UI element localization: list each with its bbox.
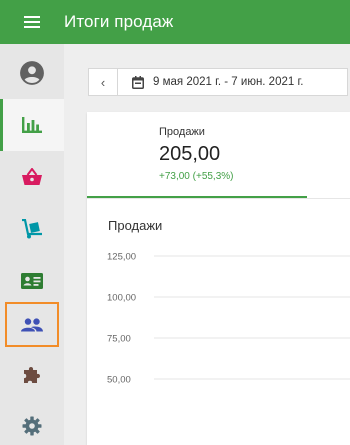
- top-app-bar: Итоги продаж: [0, 0, 350, 44]
- sidebar-item-analytics[interactable]: [0, 99, 64, 151]
- summary-value: 205,00: [159, 143, 221, 165]
- report-card: Продажи 205,00 +73,00 (+55,3%) Продажи 1…: [87, 112, 350, 445]
- date-range-bar: ‹ 9 мая 2021 г. - 7 июн. 2021 г.: [88, 68, 348, 96]
- calendar-icon: [132, 75, 144, 89]
- hamburger-menu-button[interactable]: [0, 0, 64, 44]
- y-tick-label: 125,00: [107, 252, 136, 263]
- summary-tile-sales[interactable]: Продажи 205,00 +73,00 (+55,3%): [87, 112, 307, 198]
- people-icon: [21, 317, 43, 331]
- hamburger-icon: [24, 16, 40, 28]
- card-divider: [87, 198, 350, 199]
- sidebar-item-shipping[interactable]: [0, 203, 64, 255]
- id-card-icon: [21, 273, 43, 289]
- date-range-picker[interactable]: 9 мая 2021 г. - 7 июн. 2021 г.: [118, 68, 348, 96]
- summary-delta: +73,00 (+55,3%): [159, 171, 234, 182]
- sidebar-item-customers-card[interactable]: [0, 255, 64, 307]
- y-tick-label: 75,00: [107, 334, 131, 345]
- puzzle-icon: [24, 367, 40, 383]
- chevron-left-icon: ‹: [100, 74, 106, 90]
- hand-truck-icon: [22, 219, 42, 239]
- sidebar: [0, 44, 64, 445]
- sidebar-item-account[interactable]: [0, 47, 64, 99]
- sidebar-item-orders[interactable]: [0, 151, 64, 203]
- bar-chart-icon: [22, 117, 42, 133]
- sidebar-item-plugins[interactable]: [0, 349, 64, 401]
- summary-label: Продажи: [159, 126, 205, 138]
- gear-icon: [22, 416, 42, 436]
- y-tick-label: 50,00: [107, 375, 131, 386]
- chart-title: Продажи: [108, 218, 163, 233]
- page-title: Итоги продаж: [64, 12, 174, 31]
- y-tick-label: 100,00: [107, 293, 136, 304]
- sidebar-item-customers[interactable]: [5, 302, 59, 347]
- sidebar-item-settings[interactable]: [0, 400, 64, 445]
- basket-icon: [22, 168, 42, 185]
- account-circle-icon: [20, 61, 44, 85]
- date-prev-button[interactable]: ‹: [88, 68, 118, 96]
- sales-chart: 125,00 100,00 75,00 50,00: [107, 252, 350, 386]
- main-content: ‹ 9 мая 2021 г. - 7 июн. 2021 г. Продажи…: [64, 44, 350, 445]
- date-range-label: 9 мая 2021 г. - 7 июн. 2021 г.: [153, 76, 304, 88]
